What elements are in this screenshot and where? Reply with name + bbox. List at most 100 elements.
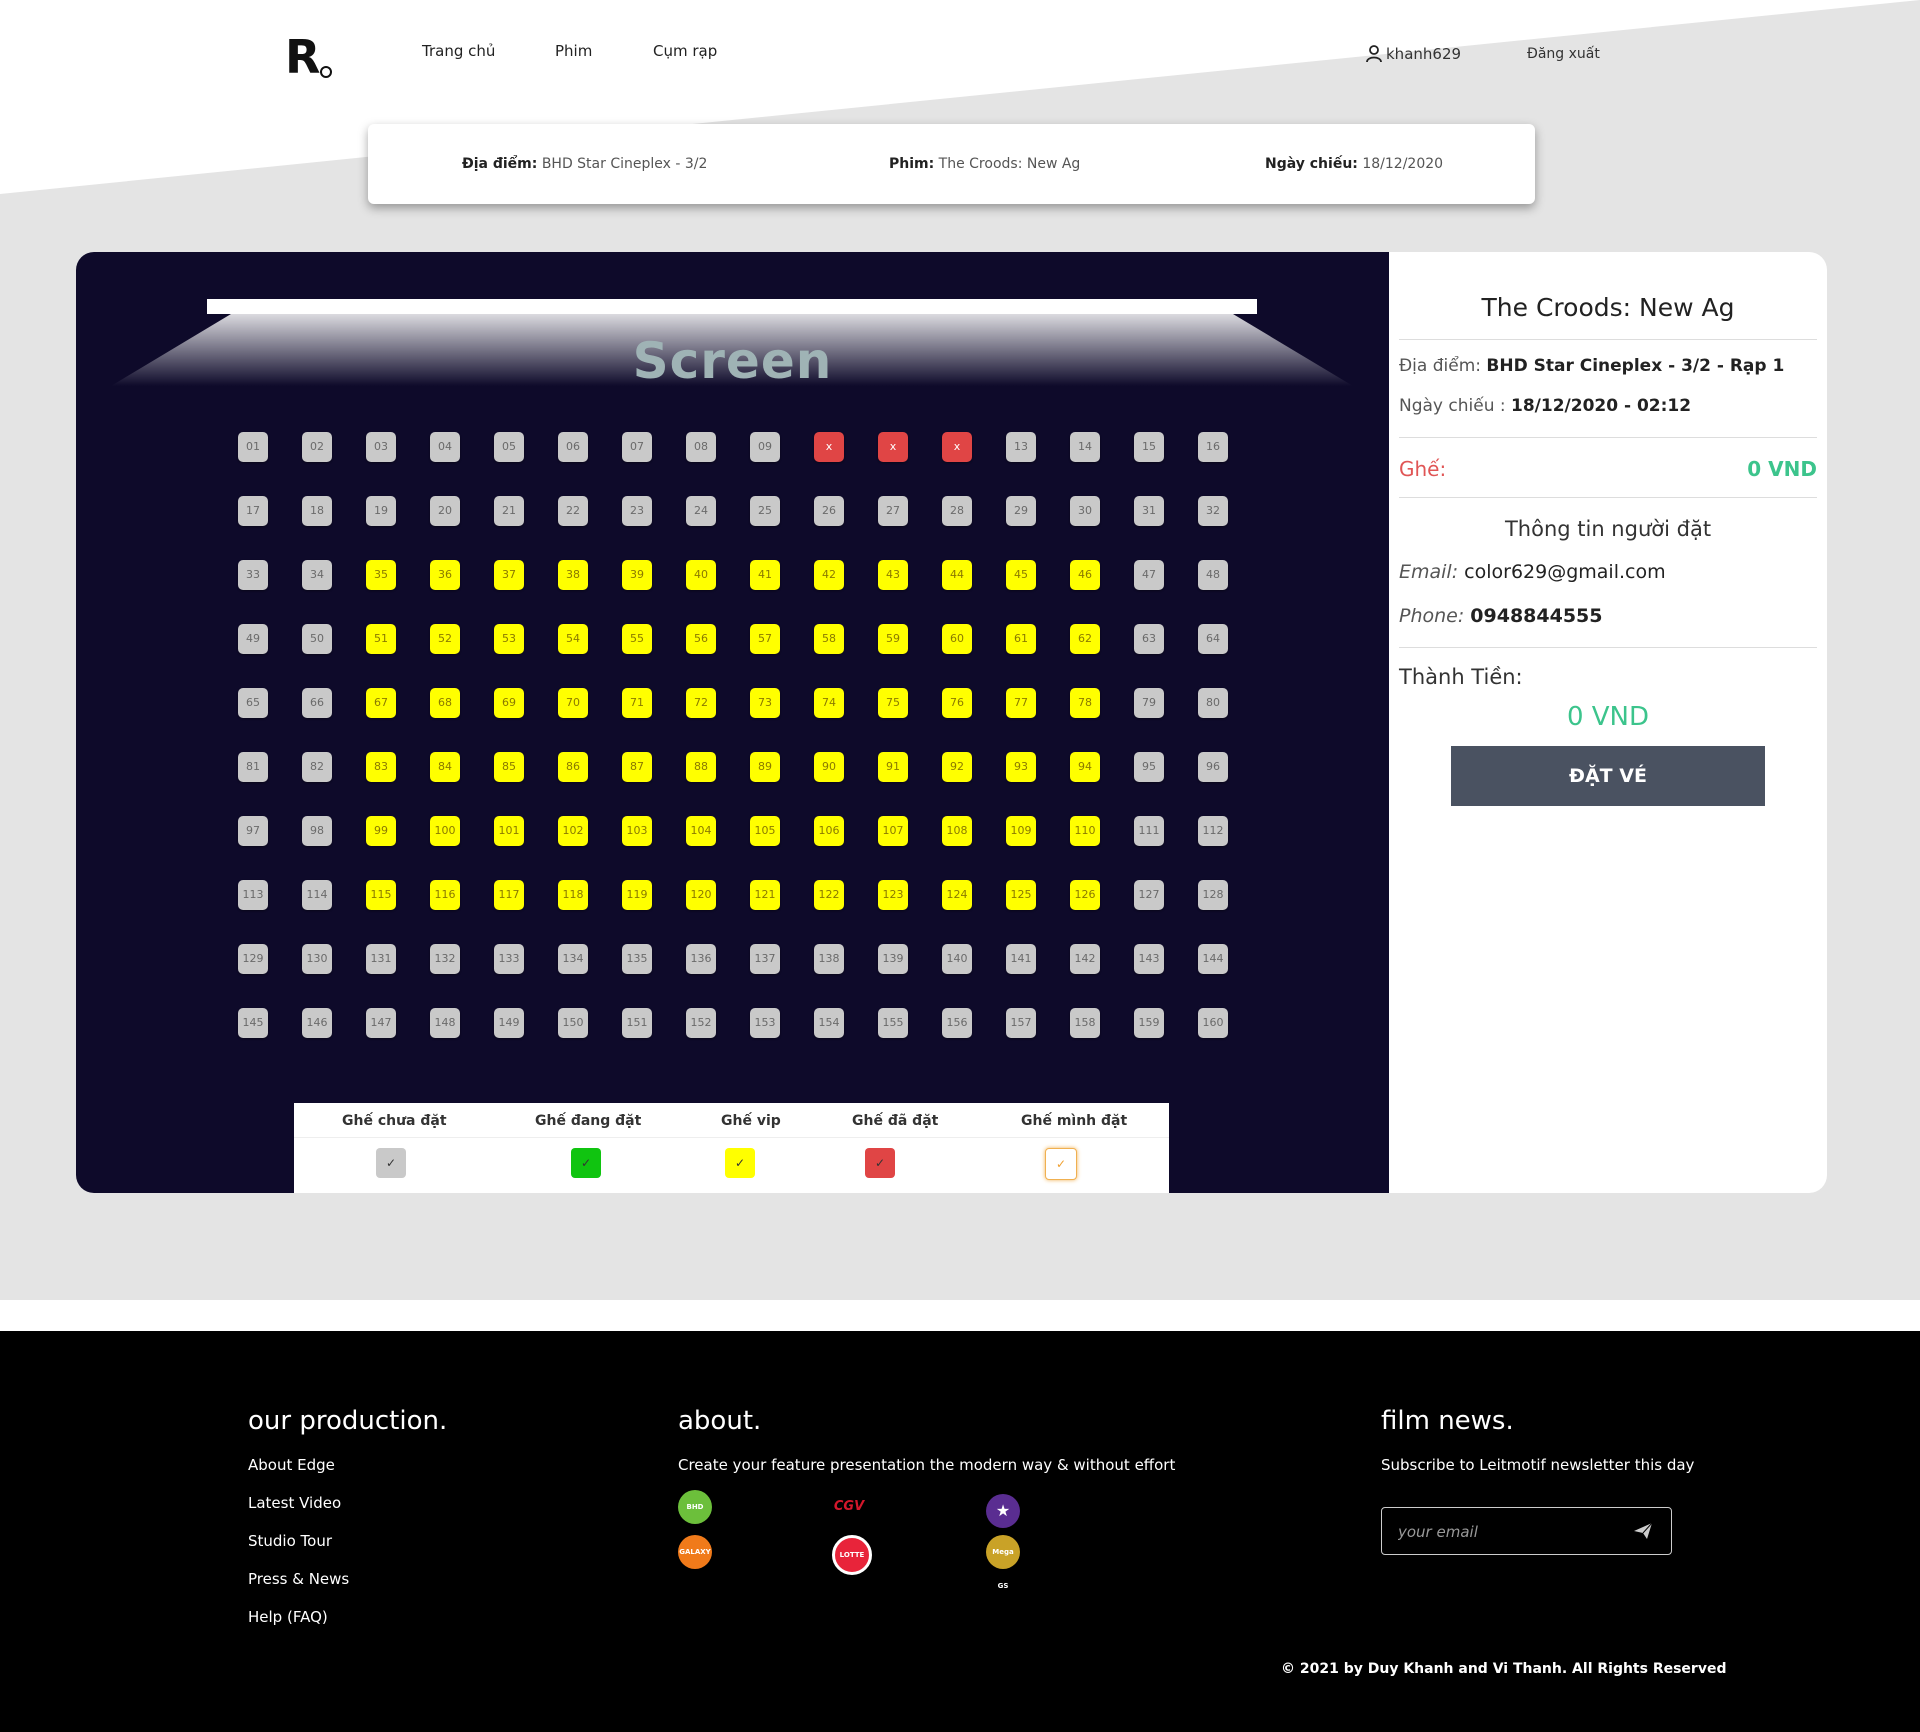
seat-7[interactable]: 07 [622,432,652,462]
seat-41[interactable]: 41 [750,560,780,590]
send-icon[interactable] [1633,1521,1653,1541]
seat-140[interactable]: 140 [942,944,972,974]
seat-45[interactable]: 45 [1006,560,1036,590]
seat-133[interactable]: 133 [494,944,524,974]
seat-42[interactable]: 42 [814,560,844,590]
book-ticket-button[interactable]: ĐẶT VÉ [1451,746,1765,806]
seat-122[interactable]: 122 [814,880,844,910]
seat-6[interactable]: 06 [558,432,588,462]
seat-81[interactable]: 81 [238,752,268,782]
cinestar-logo[interactable]: ★ [986,1494,1020,1528]
seat-100[interactable]: 100 [430,816,460,846]
seat-107[interactable]: 107 [878,816,908,846]
seat-12[interactable]: x [942,432,972,462]
seat-155[interactable]: 155 [878,1008,908,1038]
seat-46[interactable]: 46 [1070,560,1100,590]
seat-96[interactable]: 96 [1198,752,1228,782]
seat-97[interactable]: 97 [238,816,268,846]
seat-84[interactable]: 84 [430,752,460,782]
seat-142[interactable]: 142 [1070,944,1100,974]
seat-98[interactable]: 98 [302,816,332,846]
bhd-logo[interactable]: BHD [678,1490,712,1524]
seat-91[interactable]: 91 [878,752,908,782]
galaxy-logo[interactable]: GALAXY [678,1535,712,1569]
seat-34[interactable]: 34 [302,560,332,590]
seat-135[interactable]: 135 [622,944,652,974]
seat-139[interactable]: 139 [878,944,908,974]
seat-22[interactable]: 22 [558,496,588,526]
seat-51[interactable]: 51 [366,624,396,654]
seat-143[interactable]: 143 [1134,944,1164,974]
nav-movies[interactable]: Phim [555,42,592,60]
seat-79[interactable]: 79 [1134,688,1164,718]
seat-126[interactable]: 126 [1070,880,1100,910]
seat-36[interactable]: 36 [430,560,460,590]
seat-153[interactable]: 153 [750,1008,780,1038]
seat-132[interactable]: 132 [430,944,460,974]
seat-111[interactable]: 111 [1134,816,1164,846]
seat-26[interactable]: 26 [814,496,844,526]
newsletter-email-input[interactable] [1396,1520,1620,1544]
seat-1[interactable]: 01 [238,432,268,462]
seat-50[interactable]: 50 [302,624,332,654]
seat-30[interactable]: 30 [1070,496,1100,526]
seat-95[interactable]: 95 [1134,752,1164,782]
footer-link-help[interactable]: Help (FAQ) [248,1608,328,1626]
seat-56[interactable]: 56 [686,624,716,654]
seat-90[interactable]: 90 [814,752,844,782]
seat-83[interactable]: 83 [366,752,396,782]
seat-115[interactable]: 115 [366,880,396,910]
seat-154[interactable]: 154 [814,1008,844,1038]
seat-66[interactable]: 66 [302,688,332,718]
seat-141[interactable]: 141 [1006,944,1036,974]
footer-link-latest-video[interactable]: Latest Video [248,1494,341,1512]
seat-58[interactable]: 58 [814,624,844,654]
seat-65[interactable]: 65 [238,688,268,718]
seat-25[interactable]: 25 [750,496,780,526]
seat-2[interactable]: 02 [302,432,332,462]
seat-130[interactable]: 130 [302,944,332,974]
seat-57[interactable]: 57 [750,624,780,654]
seat-9[interactable]: 09 [750,432,780,462]
seat-71[interactable]: 71 [622,688,652,718]
seat-43[interactable]: 43 [878,560,908,590]
footer-link-studio-tour[interactable]: Studio Tour [248,1532,332,1550]
site-logo[interactable]: R [285,30,320,84]
seat-59[interactable]: 59 [878,624,908,654]
user-menu[interactable]: khanh629 [1366,45,1461,63]
seat-101[interactable]: 101 [494,816,524,846]
seat-17[interactable]: 17 [238,496,268,526]
seat-145[interactable]: 145 [238,1008,268,1038]
seat-52[interactable]: 52 [430,624,460,654]
seat-120[interactable]: 120 [686,880,716,910]
seat-28[interactable]: 28 [942,496,972,526]
seat-131[interactable]: 131 [366,944,396,974]
seat-136[interactable]: 136 [686,944,716,974]
seat-77[interactable]: 77 [1006,688,1036,718]
seat-70[interactable]: 70 [558,688,588,718]
seat-53[interactable]: 53 [494,624,524,654]
seat-152[interactable]: 152 [686,1008,716,1038]
seat-37[interactable]: 37 [494,560,524,590]
seat-125[interactable]: 125 [1006,880,1036,910]
seat-69[interactable]: 69 [494,688,524,718]
seat-117[interactable]: 117 [494,880,524,910]
seat-62[interactable]: 62 [1070,624,1100,654]
seat-149[interactable]: 149 [494,1008,524,1038]
footer-link-press-news[interactable]: Press & News [248,1570,349,1588]
seat-85[interactable]: 85 [494,752,524,782]
seat-147[interactable]: 147 [366,1008,396,1038]
seat-18[interactable]: 18 [302,496,332,526]
seat-67[interactable]: 67 [366,688,396,718]
nav-home[interactable]: Trang chủ [422,42,495,60]
seat-72[interactable]: 72 [686,688,716,718]
seat-124[interactable]: 124 [942,880,972,910]
seat-108[interactable]: 108 [942,816,972,846]
seat-99[interactable]: 99 [366,816,396,846]
seat-94[interactable]: 94 [1070,752,1100,782]
seat-109[interactable]: 109 [1006,816,1036,846]
seat-157[interactable]: 157 [1006,1008,1036,1038]
seat-48[interactable]: 48 [1198,560,1228,590]
seat-75[interactable]: 75 [878,688,908,718]
seat-110[interactable]: 110 [1070,816,1100,846]
